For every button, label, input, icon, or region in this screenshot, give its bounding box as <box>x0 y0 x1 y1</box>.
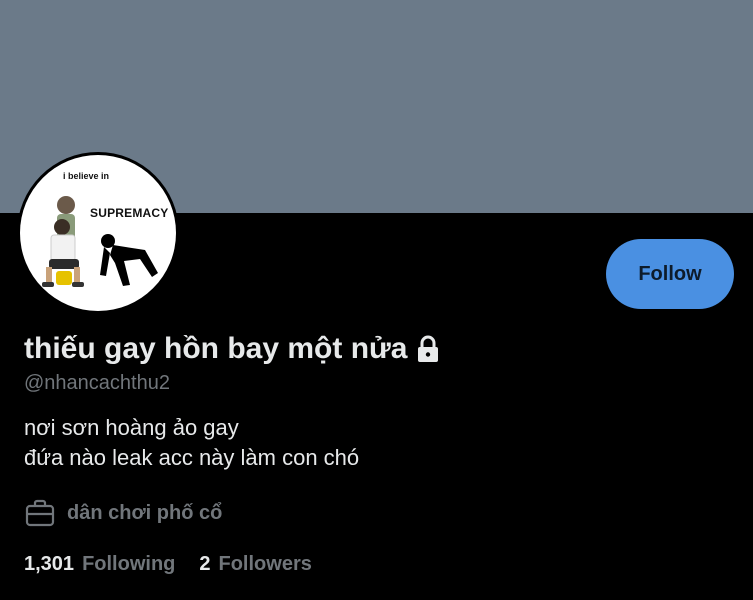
user-handle: @nhancachthu2 <box>24 372 170 394</box>
followers-link[interactable]: 2 Followers <box>199 553 311 576</box>
bio-line-2: đứa nào leak acc này làm con chó <box>24 445 360 470</box>
bio-line-1: nơi sơn hoàng ảo gay <box>24 415 239 440</box>
follow-button[interactable]: Follow <box>606 239 734 309</box>
avatar[interactable]: i believe in SUPREMACY <box>17 152 179 314</box>
profession-label: dân chơi phố cổ <box>67 501 223 524</box>
avatar-word: SUPREMACY <box>90 206 169 220</box>
avatar-image: i believe in SUPREMACY <box>20 155 176 311</box>
avatar-caption: i believe in <box>63 171 110 181</box>
followers-label: Followers <box>218 553 312 575</box>
follow-stats: 1,301 Following 2 Followers <box>24 553 336 576</box>
bio: nơi sơn hoàng ảo gay đứa nào leak acc nà… <box>24 413 359 473</box>
lock-icon <box>413 334 443 364</box>
following-count: 1,301 <box>24 553 75 575</box>
following-label: Following <box>82 553 176 575</box>
display-name-row: thiếu gay hồn bay một nửa <box>24 332 443 366</box>
following-link[interactable]: 1,301 Following <box>24 553 175 576</box>
display-name: thiếu gay hồn bay một nửa <box>24 332 408 365</box>
followers-count: 2 <box>199 553 211 575</box>
briefcase-icon <box>24 498 56 528</box>
profession-row: dân chơi phố cổ <box>24 498 222 528</box>
